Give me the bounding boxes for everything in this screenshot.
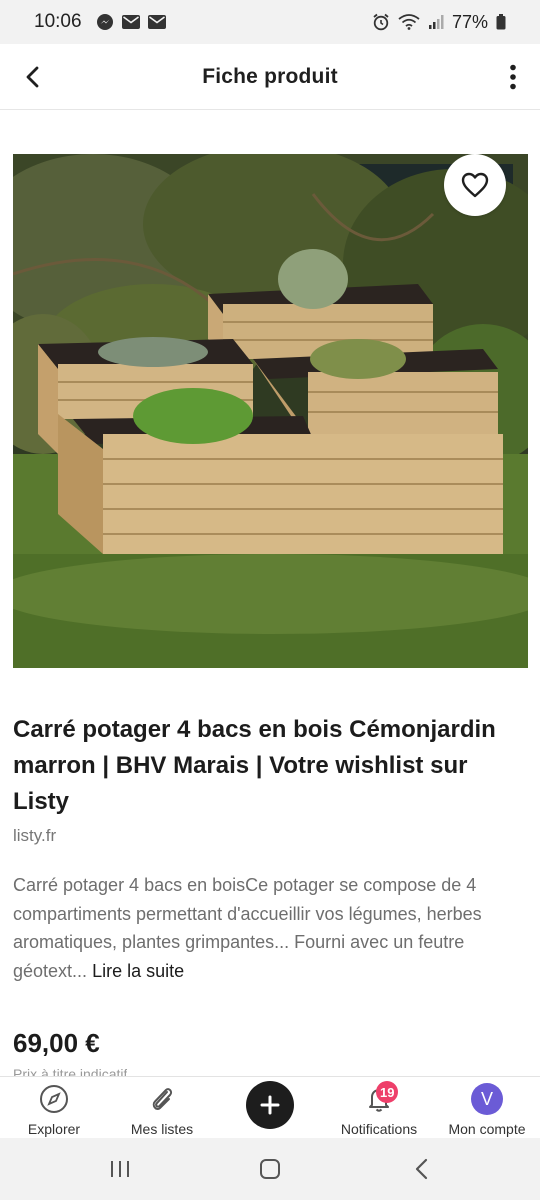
favorite-button[interactable] [444, 154, 506, 216]
signal-icon [428, 14, 444, 30]
heart-outline-icon [461, 172, 489, 198]
nav-label-mes-listes: Mes listes [130, 1121, 194, 1137]
battery-icon [496, 14, 506, 30]
mail-icon [121, 15, 140, 29]
status-time: 10:06 [34, 11, 82, 32]
system-back-button[interactable] [407, 1156, 437, 1182]
nav-label-notifications: Notifications [340, 1121, 418, 1137]
nav-explorer[interactable]: Explorer [14, 1077, 94, 1139]
nav-mes-listes[interactable]: Mes listes [122, 1077, 202, 1139]
paperclip-icon [147, 1081, 177, 1117]
status-right: 77% [372, 12, 506, 33]
add-button[interactable] [246, 1081, 294, 1129]
nav-label-mon-compte: Mon compte [448, 1121, 526, 1137]
nav-mon-compte[interactable]: V Mon compte [441, 1077, 533, 1139]
wifi-icon [398, 14, 420, 30]
system-nav-bar [0, 1138, 540, 1200]
read-more-link[interactable]: Lire la suite [92, 961, 184, 981]
product-photo [13, 154, 528, 668]
nav-label-explorer: Explorer [27, 1121, 81, 1137]
compass-icon [39, 1081, 69, 1117]
product-description: Carré potager 4 bacs en boisCe potager s… [13, 871, 523, 985]
app-bar: Fiche produit [0, 44, 540, 110]
product-title: Carré potager 4 bacs en bois Cémonjardin… [13, 716, 496, 815]
more-vertical-icon [510, 64, 516, 90]
home-icon [260, 1159, 280, 1179]
price-note: Prix à titre indicatif [13, 1066, 128, 1076]
status-bar: 10:06 77% [0, 0, 540, 44]
notification-badge: 19 [376, 1081, 399, 1103]
status-left: 10:06 [34, 11, 166, 33]
avatar-wrapper: V [471, 1081, 503, 1117]
system-back-icon [415, 1158, 428, 1180]
battery-level: 77% [451, 11, 488, 32]
recent-apps-icon [111, 1161, 129, 1177]
avatar: V [471, 1083, 503, 1115]
more-options-button[interactable] [498, 58, 528, 96]
messenger-icon [96, 13, 114, 31]
back-button[interactable] [14, 58, 52, 96]
alarm-icon [372, 13, 390, 31]
product-image [13, 154, 528, 668]
bottom-nav: Explorer Mes listes 19 Notifications V M… [0, 1076, 540, 1138]
chevron-left-icon [26, 66, 39, 88]
mail-icon [147, 15, 166, 29]
page-title: Fiche produit [202, 64, 338, 88]
product-price: 69,00 € [13, 1028, 100, 1058]
product-domain[interactable]: listy.fr [13, 826, 56, 846]
nav-notifications[interactable]: 19 Notifications [334, 1077, 424, 1139]
product-description-text: Carré potager 4 bacs en boisCe potager s… [13, 875, 482, 981]
plus-icon [260, 1095, 280, 1115]
home-button[interactable] [255, 1156, 285, 1182]
recent-apps-button[interactable] [105, 1156, 135, 1182]
